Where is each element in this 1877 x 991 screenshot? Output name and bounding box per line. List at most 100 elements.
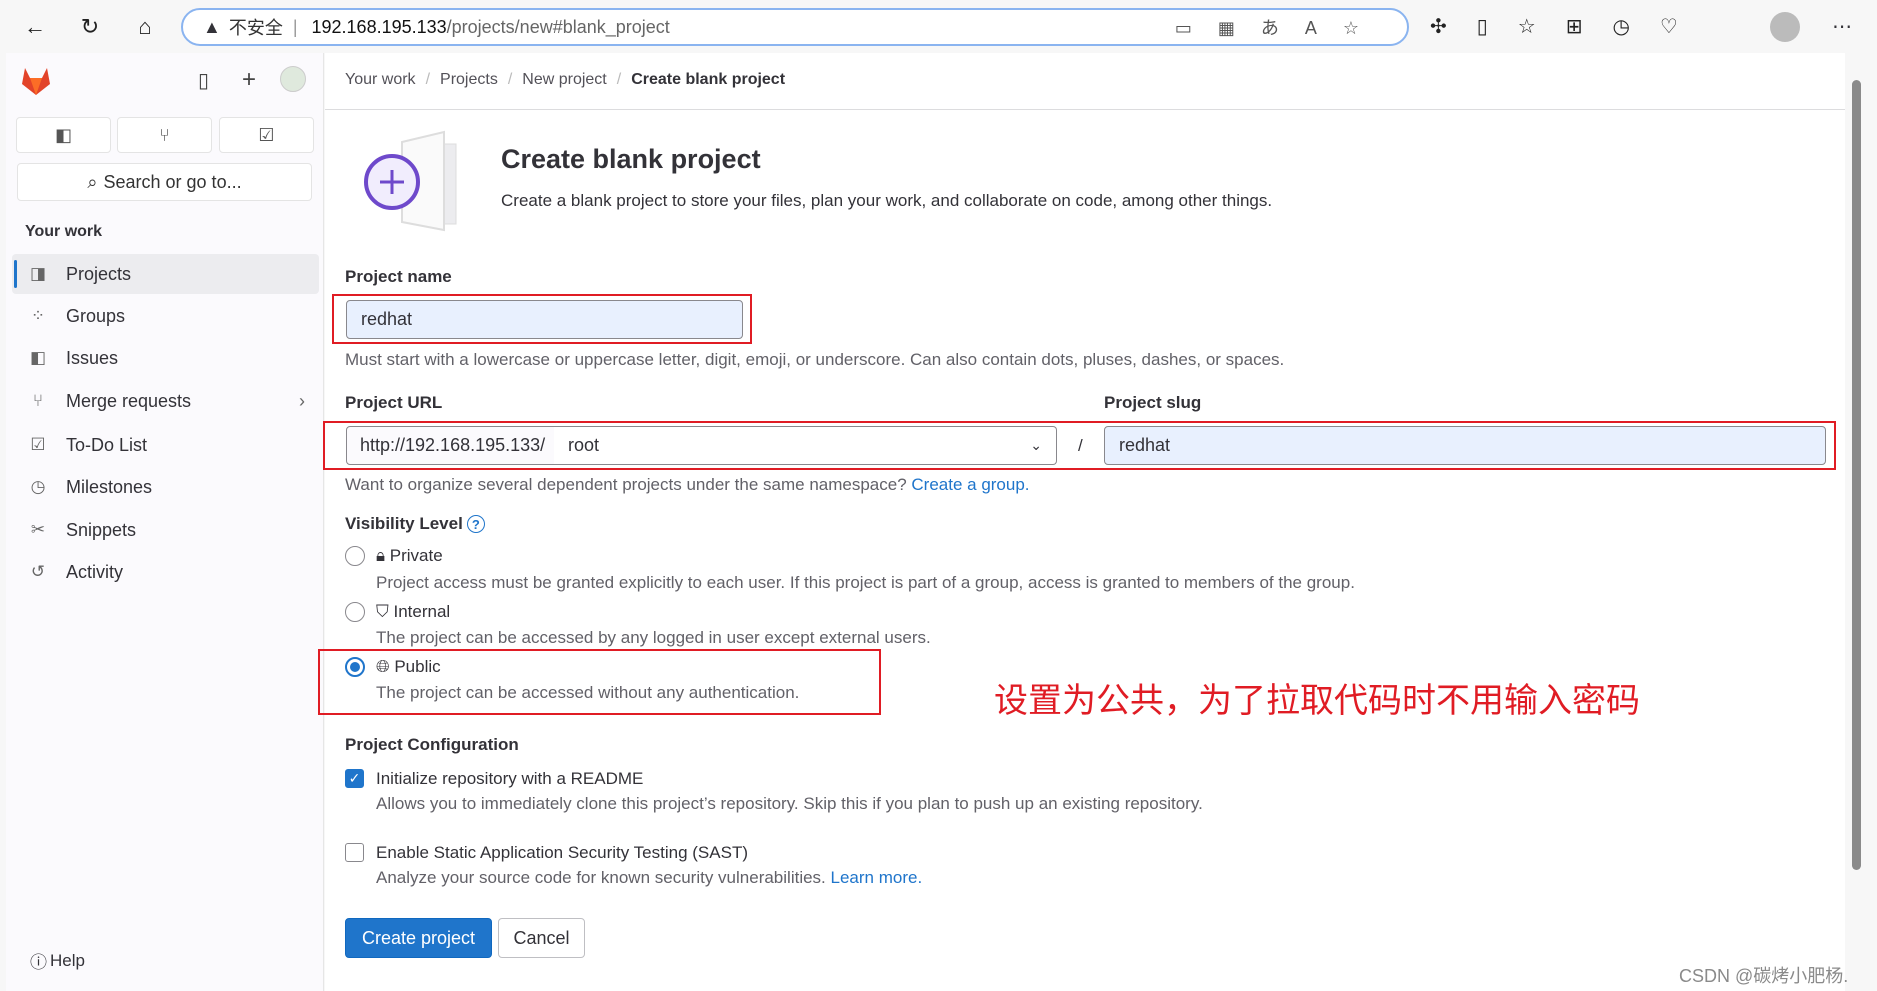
help-button[interactable]: ⓘ Help xyxy=(30,948,85,973)
annotation-text: 设置为公共，为了拉取代码时不用输入密码 xyxy=(994,682,1640,720)
project-slug-value: redhat xyxy=(1119,435,1171,455)
namespace-select[interactable]: root ⌄ xyxy=(554,426,1057,465)
sidebar-item-label: Merge requests xyxy=(66,390,192,411)
todo-icon: ☑ xyxy=(258,124,275,145)
visibility-private-label[interactable]: 🔒︎ Private xyxy=(376,546,443,566)
help-icon[interactable]: ? xyxy=(466,515,485,533)
readme-label[interactable]: Initialize repository with a README xyxy=(376,769,643,789)
url-path: /projects/new#blank_project xyxy=(446,16,670,37)
project-url-label: Project URL xyxy=(345,393,443,412)
cancel-button[interactable]: Cancel xyxy=(498,918,585,958)
sidebar-item-label: Milestones xyxy=(66,476,153,497)
shield-icon: ⛉ xyxy=(376,602,389,621)
watermark: CSDN @碳烤小肥杨. xyxy=(1679,966,1849,986)
issues-icon: ◧ xyxy=(54,124,72,145)
project-name-label: Project name xyxy=(345,267,452,286)
address-bar[interactable]: ▲ 不安全 | 192.168.195.133/projects/new#bla… xyxy=(181,8,1409,46)
visibility-public-desc: The project can be accessed without any … xyxy=(376,683,800,702)
page-title: Create blank project xyxy=(501,144,761,174)
visibility-internal-label[interactable]: ⛉ Internal xyxy=(376,602,450,622)
more-icon[interactable]: ⋯ xyxy=(1832,14,1852,39)
gitlab-logo[interactable] xyxy=(20,66,52,96)
help-label: Help xyxy=(50,950,85,970)
breadcrumb-new-project[interactable]: New project xyxy=(522,71,606,89)
option-label: Internal xyxy=(393,602,451,621)
user-avatar[interactable] xyxy=(280,66,306,92)
sast-desc: Analyze your source code for known secur… xyxy=(376,868,826,887)
help-icon: ⓘ xyxy=(30,953,47,972)
create-project-button[interactable]: Create project xyxy=(345,918,492,958)
visibility-private-desc: Project access must be granted explicitl… xyxy=(376,573,1355,592)
sidebar-item-todo-list[interactable]: ☑ To-Do List xyxy=(12,425,319,465)
globe-icon: 🌐︎ xyxy=(376,657,390,676)
merge-request-icon: ⑂ xyxy=(159,124,170,145)
scissors-icon: ✂ xyxy=(30,520,46,539)
browser-extension-icons[interactable]: ✣▯☆⊞◷♡ xyxy=(1430,14,1708,39)
readme-checkbox[interactable]: ✓ xyxy=(345,769,364,788)
sidebar-item-merge-requests[interactable]: ⑂ Merge requests › xyxy=(12,381,319,421)
sidebar-item-label: Projects xyxy=(66,263,132,284)
back-icon[interactable]: ← xyxy=(20,12,50,42)
scrollbar[interactable] xyxy=(1850,60,1862,880)
group-icon: ⁘ xyxy=(30,306,46,325)
project-name-input[interactable]: redhat xyxy=(346,300,743,339)
project-name-help: Must start with a lowercase or uppercase… xyxy=(345,350,1285,369)
lock-icon: 🔒︎ xyxy=(376,546,386,565)
sidebar-item-label: Activity xyxy=(66,561,124,582)
sidebar-toggle-icon[interactable]: ▯ xyxy=(198,68,209,93)
divider xyxy=(325,109,1845,110)
visibility-private-radio[interactable] xyxy=(345,546,365,566)
sidebar-item-activity[interactable]: ↺ Activity xyxy=(12,552,319,592)
namespace-hint: Want to organize several dependent proje… xyxy=(345,475,907,494)
project-name-value: redhat xyxy=(361,309,413,329)
sidebar-item-milestones[interactable]: ◷ Milestones xyxy=(12,467,319,507)
search-button[interactable]: ⌕ Search or go to... xyxy=(17,163,312,201)
readme-desc: Allows you to immediately clone this pro… xyxy=(376,794,1203,813)
plus-icon[interactable]: + xyxy=(242,66,256,94)
create-group-link[interactable]: Create a group. xyxy=(911,475,1029,494)
security-label: 不安全 xyxy=(228,18,283,38)
search-placeholder: Search or go to... xyxy=(103,171,242,192)
sidebar-item-label: Groups xyxy=(66,305,126,326)
home-icon[interactable]: ⌂ xyxy=(130,12,160,42)
url-slash: / xyxy=(1078,436,1083,455)
visibility-internal-radio[interactable] xyxy=(345,602,365,622)
visibility-public-label[interactable]: 🌐︎ Public xyxy=(376,657,441,677)
blank-project-illustration xyxy=(362,130,466,237)
sidebar-item-issues[interactable]: ◧ Issues xyxy=(12,338,319,378)
merge-requests-shortcut-button[interactable]: ⑂ xyxy=(117,117,212,153)
sast-checkbox[interactable] xyxy=(345,843,364,862)
project-icon: ◨ xyxy=(29,264,47,283)
profile-avatar[interactable] xyxy=(1770,12,1800,42)
issues-shortcut-button[interactable]: ◧ xyxy=(16,117,111,153)
visibility-label-text: Visibility Level xyxy=(345,514,463,533)
breadcrumb: Your work / Projects / New project / Create… xyxy=(345,71,786,89)
project-config-label: Project Configuration xyxy=(345,735,519,754)
namespace-value: root xyxy=(568,435,600,455)
sidebar-item-label: To-Do List xyxy=(66,434,148,455)
breadcrumb-projects[interactable]: Projects xyxy=(440,71,498,89)
url-host: 192.168.195.133 xyxy=(311,16,447,37)
chevron-down-icon: ⌄ xyxy=(1030,437,1042,453)
visibility-internal-desc: The project can be accessed by any logge… xyxy=(376,628,931,647)
reload-icon[interactable]: ↻ xyxy=(75,12,105,42)
sidebar-item-projects[interactable]: ◨ Projects xyxy=(12,254,319,294)
warning-icon: ▲ xyxy=(203,16,221,37)
project-slug-label: Project slug xyxy=(1104,393,1202,412)
breadcrumb-your-work[interactable]: Your work xyxy=(345,71,416,89)
chevron-right-icon: › xyxy=(299,390,305,411)
visibility-public-radio[interactable] xyxy=(345,657,365,677)
todo-shortcut-button[interactable]: ☑ xyxy=(219,117,314,153)
sidebar-item-snippets[interactable]: ✂ Snippets xyxy=(12,510,319,550)
learn-more-link[interactable]: Learn more. xyxy=(831,868,923,887)
clock-icon: ◷ xyxy=(30,477,46,496)
search-icon: ⌕ xyxy=(87,171,98,192)
page-subtitle: Create a blank project to store your fil… xyxy=(501,191,1273,210)
project-slug-input[interactable]: redhat xyxy=(1104,426,1826,465)
sidebar-section-title: Your work xyxy=(25,223,103,240)
sidebar-item-label: Snippets xyxy=(66,519,137,540)
sast-label[interactable]: Enable Static Application Security Testi… xyxy=(376,843,748,863)
issues-icon: ◧ xyxy=(29,348,47,367)
sidebar-item-groups[interactable]: ⁘ Groups xyxy=(12,296,319,336)
address-bar-icons[interactable]: ▭▦あA☆ xyxy=(1175,14,1385,40)
